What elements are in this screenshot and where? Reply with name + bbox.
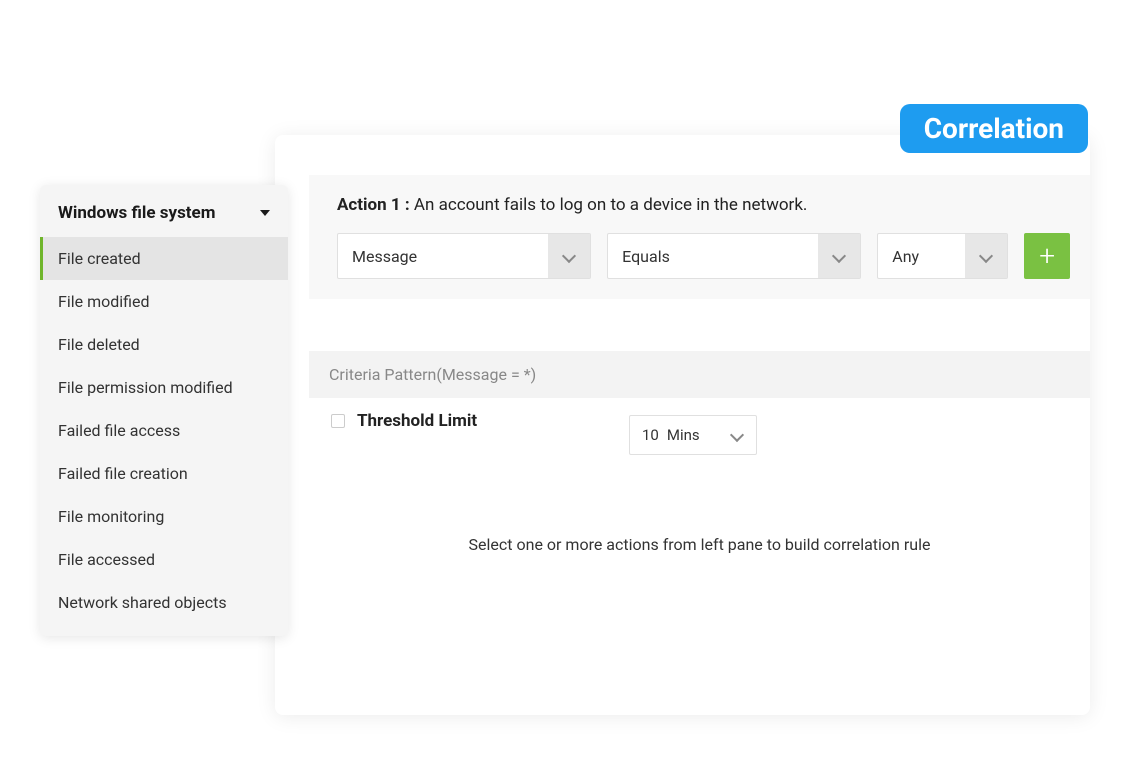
sidebar-item-label: File modified <box>58 292 150 311</box>
threshold-interval-select[interactable]: 10 Mins <box>629 415 757 455</box>
action-title-prefix: Action 1 : <box>337 195 410 215</box>
action-title-text: An account fails to log on to a device i… <box>410 195 808 215</box>
sidebar-item[interactable]: File monitoring <box>40 495 288 538</box>
field-select[interactable]: Message <box>337 233 591 279</box>
sidebar-item-label: File accessed <box>58 550 155 569</box>
sidebar-item[interactable]: File modified <box>40 280 288 323</box>
value-select[interactable]: Any <box>877 233 1008 279</box>
sidebar-item-label: File deleted <box>58 335 140 354</box>
sidebar-item-label: Failed file creation <box>58 464 188 483</box>
caret-down-icon <box>260 210 270 216</box>
add-criteria-button[interactable]: + <box>1024 233 1070 279</box>
sidebar-item-label: Network shared objects <box>58 593 227 612</box>
sidebar-item-label: File created <box>58 249 141 268</box>
sidebar-item[interactable]: Failed file access <box>40 409 288 452</box>
field-select-label: Message <box>338 247 548 266</box>
hint-text: Select one or more actions from left pan… <box>309 535 1090 554</box>
sidebar: Windows file system File created File mod… <box>40 185 288 636</box>
chevron-down-icon <box>965 234 1007 278</box>
operator-select-label: Equals <box>608 247 818 266</box>
sidebar-title: Windows file system <box>58 203 215 223</box>
main-card: Action 1 : An account fails to log on to… <box>275 135 1090 715</box>
sidebar-item-label: File monitoring <box>58 507 164 526</box>
chevron-down-icon <box>730 428 744 442</box>
chevron-down-icon <box>548 234 590 278</box>
sidebar-item[interactable]: Network shared objects <box>40 581 288 624</box>
threshold-unit: Mins <box>667 426 730 444</box>
threshold-value: 10 <box>642 426 659 444</box>
value-select-label: Any <box>878 247 965 266</box>
sidebar-item-label: File permission modified <box>58 378 233 397</box>
plus-icon: + <box>1039 242 1055 270</box>
sidebar-item[interactable]: File deleted <box>40 323 288 366</box>
action-title: Action 1 : An account fails to log on to… <box>337 195 1070 215</box>
correlation-badge: Correlation <box>900 104 1088 153</box>
threshold-label: Threshold Limit <box>357 411 477 431</box>
operator-select[interactable]: Equals <box>607 233 861 279</box>
threshold-checkbox[interactable] <box>331 414 345 428</box>
sidebar-item-label: Failed file access <box>58 421 180 440</box>
sidebar-item[interactable]: Failed file creation <box>40 452 288 495</box>
action-panel: Action 1 : An account fails to log on to… <box>309 175 1090 299</box>
action-controls: Message Equals Any + <box>337 233 1070 279</box>
chevron-down-icon <box>818 234 860 278</box>
sidebar-item[interactable]: File permission modified <box>40 366 288 409</box>
sidebar-header[interactable]: Windows file system <box>40 185 288 237</box>
criteria-pattern: Criteria Pattern(Message = *) <box>309 351 1090 398</box>
sidebar-item[interactable]: File accessed <box>40 538 288 581</box>
sidebar-item[interactable]: File created <box>40 237 288 280</box>
